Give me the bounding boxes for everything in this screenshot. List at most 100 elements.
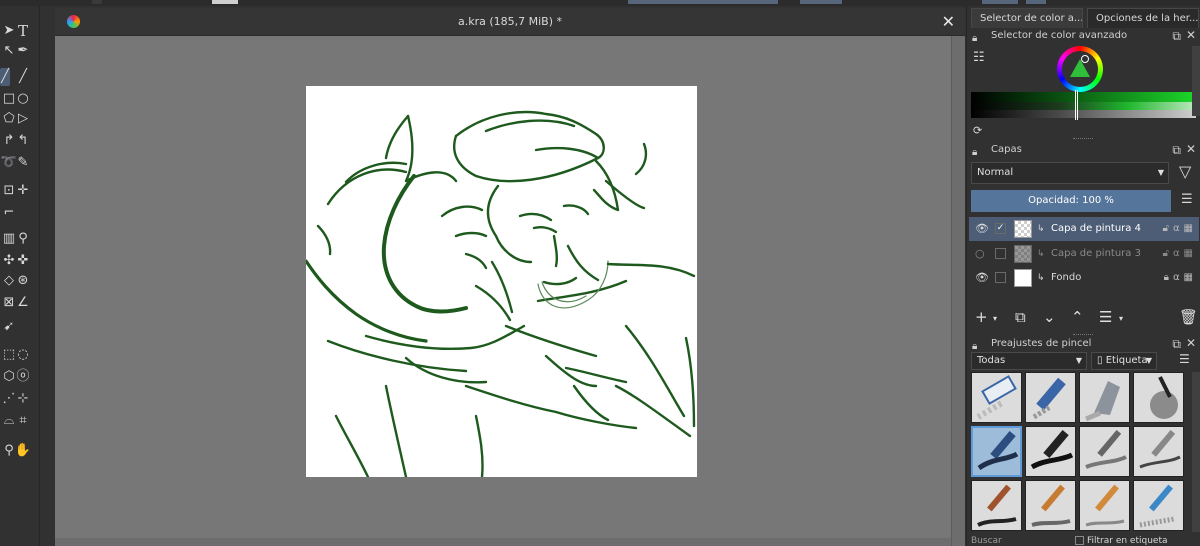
ellipse-select-icon[interactable]: ◌: [14, 346, 32, 364]
blend-mode-select[interactable]: Normal ▼: [971, 162, 1169, 184]
hue-slider[interactable]: [971, 92, 1196, 102]
float-icon[interactable]: ⧉: [1172, 337, 1181, 351]
layer-row-background[interactable]: 👁︎ ↳ Fondo 🔒︎α▦: [969, 266, 1199, 290]
layer-row-4[interactable]: 👁︎ ✓ ↳ Capa de pintura 4 🔓︎α▦: [969, 217, 1199, 241]
layer-checkbox[interactable]: ✓: [995, 223, 1006, 234]
eye-hidden-icon[interactable]: ○: [975, 242, 985, 266]
brush-preset-brush-round[interactable]: [971, 480, 1022, 531]
brush-preset-ink-black[interactable]: [1025, 426, 1076, 477]
horizontal-scrollbar[interactable]: [55, 538, 951, 546]
brush-preset-grid: [971, 372, 1185, 532]
freehand-brush-icon[interactable]: ╱: [0, 68, 10, 86]
lock-icon[interactable]: 🔒︎: [972, 144, 984, 158]
brush-preset-brush-flat[interactable]: [1025, 480, 1076, 531]
multibrush-icon[interactable]: ✎: [14, 154, 32, 172]
layer-checkbox[interactable]: [995, 272, 1006, 283]
chevron-down-icon: ▼: [1157, 168, 1164, 177]
move-icon[interactable]: ✛: [14, 182, 32, 200]
checkbox-box[interactable]: [1075, 536, 1084, 545]
color-panel-title: Selector de color avanzado: [991, 30, 1128, 41]
opacity-slider[interactable]: Opacidad: 100 %: [971, 190, 1171, 212]
brush-search-input[interactable]: Buscar: [971, 534, 1071, 546]
menu-icon[interactable]: ☰: [1181, 192, 1193, 207]
brush-preset-brush-wet[interactable]: [1079, 480, 1130, 531]
eye-icon[interactable]: 👁︎: [975, 217, 989, 241]
brush-preset-airbrush[interactable]: [1133, 372, 1184, 423]
toolbox: ➤ T ↖ ✒ ╱ ╱ □ ○ ⬠ ▷ ↱ ↰ ➰ ✎ ⊡ ✛ ⌐ ▥ ⚲ ✣ …: [0, 6, 40, 546]
layer-name: Capa de pintura 3: [1051, 248, 1141, 259]
brush-preset-pencil-hard[interactable]: [1133, 426, 1184, 477]
close-icon[interactable]: ✕: [1186, 28, 1196, 42]
brush-panel-header: 🔒︎ Preajustes de pincel ⧉ ✕: [967, 335, 1200, 353]
color-scrollbar[interactable]: [1192, 46, 1200, 116]
chevron-down-icon[interactable]: ▾: [993, 314, 997, 323]
move-layer-down-icon[interactable]: ⌄: [1043, 308, 1056, 326]
brush-preset-marker-blue[interactable]: [1025, 372, 1076, 423]
close-icon[interactable]: ✕: [1186, 336, 1196, 350]
duplicate-layer-icon[interactable]: ⧉: [1015, 308, 1026, 326]
brush-preset-pen-ink[interactable]: [971, 426, 1022, 477]
layer-name: Fondo: [1051, 272, 1082, 283]
freehand-select-icon[interactable]: ⓞ: [14, 368, 32, 386]
tag-select[interactable]: ▯ Etiqueta ▼: [1091, 352, 1157, 370]
magnetic-select-icon[interactable]: ⌗: [14, 412, 32, 430]
color-picker-icon[interactable]: ⚲: [14, 230, 32, 248]
delete-layer-icon[interactable]: 🗑︎: [1179, 308, 1198, 326]
brush-preset-eraser[interactable]: [971, 372, 1022, 423]
layer-props-icons[interactable]: 🔒︎α▦: [1164, 266, 1197, 290]
similar-select-icon[interactable]: ⊹: [14, 390, 32, 408]
value-slider[interactable]: [971, 110, 1196, 118]
wheel-handle[interactable]: [1081, 55, 1089, 63]
polyline-icon[interactable]: ▷: [14, 110, 32, 128]
pan-icon[interactable]: ✋: [14, 442, 32, 460]
lock-icon[interactable]: 🔒︎: [972, 30, 984, 44]
calligraphy-icon[interactable]: ✒: [14, 42, 32, 60]
settings-list-icon[interactable]: ☷: [973, 50, 985, 65]
reference-icon[interactable]: ∠: [14, 294, 32, 312]
layer-properties-icon[interactable]: ☰: [1099, 308, 1112, 326]
float-icon[interactable]: ⧉: [1172, 143, 1181, 157]
freehand-path-icon[interactable]: ↰: [14, 132, 32, 150]
float-icon[interactable]: ⧉: [1172, 29, 1181, 43]
assistant-icon[interactable]: ⊛: [14, 272, 32, 290]
brush-filter-select[interactable]: Todas ▼: [971, 352, 1087, 370]
line-icon[interactable]: ╱: [14, 68, 32, 86]
tab-tool-options[interactable]: Opciones de la her...: [1087, 8, 1199, 28]
vertical-scrollbar[interactable]: [951, 36, 965, 546]
slider-marker[interactable]: [1075, 90, 1078, 120]
tag-icon: ▯: [1097, 355, 1103, 366]
lock-icon[interactable]: 🔒︎: [972, 338, 984, 352]
layer-props-icons[interactable]: 🔓︎α▦: [1162, 242, 1197, 266]
layer-props-icons[interactable]: 🔓︎α▦: [1162, 217, 1197, 241]
move-layer-up-icon[interactable]: ⌃: [1071, 308, 1084, 326]
chevron-down-icon: ▼: [1075, 356, 1082, 365]
tab-color-selector[interactable]: Selector de color a...: [971, 8, 1083, 28]
brush-preset-eraser-gray[interactable]: [1079, 372, 1130, 423]
docker-tabs: Selector de color a... Opciones de la he…: [967, 6, 1200, 28]
text-icon[interactable]: T: [14, 22, 32, 40]
layer-row-3[interactable]: ○ ↳ Capa de pintura 3 🔓︎α▦: [969, 242, 1199, 266]
saturation-slider[interactable]: [971, 102, 1196, 110]
refresh-icon[interactable]: ⟳: [973, 124, 982, 137]
filter-tag-checkbox[interactable]: Filtrar en etiqueta: [1075, 534, 1199, 546]
chevron-down-icon[interactable]: ▾: [1119, 314, 1123, 323]
layers-panel-title: Capas: [991, 144, 1022, 155]
drawing-canvas[interactable]: [304, 86, 697, 479]
fill-icon[interactable]: ✜: [14, 252, 32, 270]
close-icon[interactable]: ✕: [942, 8, 955, 36]
reference-pin-icon[interactable]: ➹: [0, 318, 18, 336]
filter-icon[interactable]: ▽: [1179, 162, 1191, 181]
menu-icon[interactable]: ☰: [1179, 352, 1190, 366]
color-wheel[interactable]: [1057, 46, 1103, 92]
eye-icon[interactable]: 👁︎: [975, 266, 989, 290]
close-icon[interactable]: ✕: [1186, 142, 1196, 156]
panel-grip[interactable]: [1073, 138, 1093, 140]
ellipse-icon[interactable]: ○: [14, 90, 32, 108]
line-art: [304, 110, 696, 479]
add-layer-icon[interactable]: +: [975, 308, 988, 326]
brush-preset-pencil-blue[interactable]: [1133, 480, 1184, 531]
crop-icon[interactable]: ⌐: [0, 204, 18, 222]
brush-preset-pencil-soft[interactable]: [1079, 426, 1130, 477]
layer-checkbox[interactable]: [995, 248, 1006, 259]
brush-scrollbar[interactable]: [1192, 372, 1200, 532]
